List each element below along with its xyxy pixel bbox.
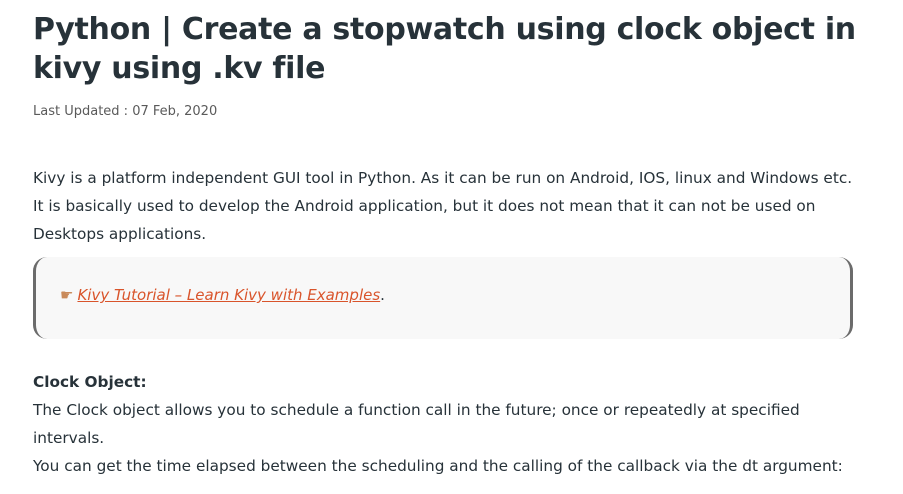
callout-suffix: . [380, 286, 385, 304]
last-updated-text: Last Updated : 07 Feb, 2020 [33, 104, 218, 119]
page-title: Python | Create a stopwatch using clock … [33, 12, 856, 86]
pointing-hand-icon: ☛ [60, 286, 74, 304]
clock-description-paragraph: The Clock object allows you to schedule … [33, 401, 800, 447]
callout-content: ☛ Kivy Tutorial – Learn Kivy with Example… [60, 283, 385, 307]
dt-argument-paragraph: You can get the time elapsed between the… [33, 457, 843, 475]
related-article-callout: ☛ Kivy Tutorial – Learn Kivy with Example… [33, 257, 853, 339]
kivy-tutorial-link[interactable]: Kivy Tutorial – Learn Kivy with Examples [77, 286, 380, 304]
section-heading: Clock Object: [33, 373, 147, 391]
intro-paragraph: Kivy is a platform independent GUI tool … [33, 169, 853, 243]
